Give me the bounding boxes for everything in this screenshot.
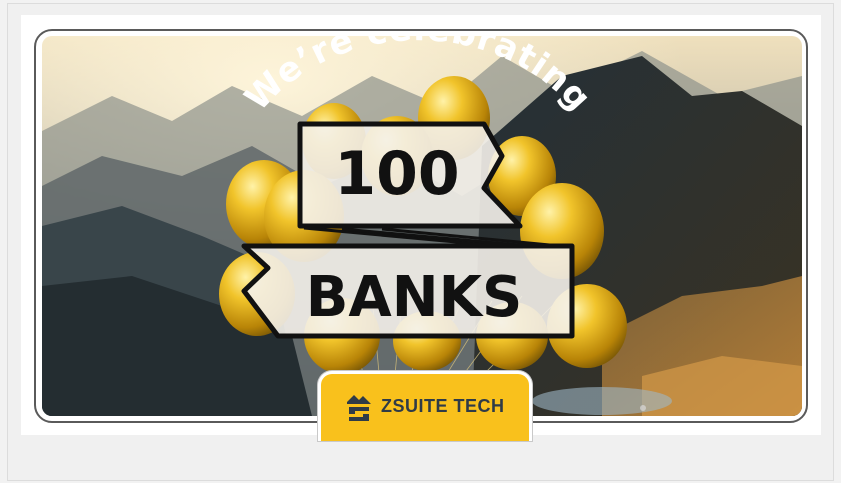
- banner-artwork: We’re celebrating 100 BANKS: [42, 36, 802, 416]
- zsuite-logo-text: ZSUITE TECH: [381, 396, 505, 416]
- zsuite-mountain-logo-icon: [347, 395, 371, 421]
- carousel-dot[interactable]: [640, 405, 646, 411]
- banner-word: BANKS: [306, 265, 523, 330]
- zsuite-logo-tab[interactable]: ZSUITE TECH: [318, 371, 532, 441]
- banner-number: 100: [334, 139, 459, 209]
- ribbon-number: 100: [297, 121, 523, 229]
- ribbon-word: BANKS: [241, 243, 575, 339]
- celebration-banner-image[interactable]: We’re celebrating 100 BANKS: [42, 36, 802, 416]
